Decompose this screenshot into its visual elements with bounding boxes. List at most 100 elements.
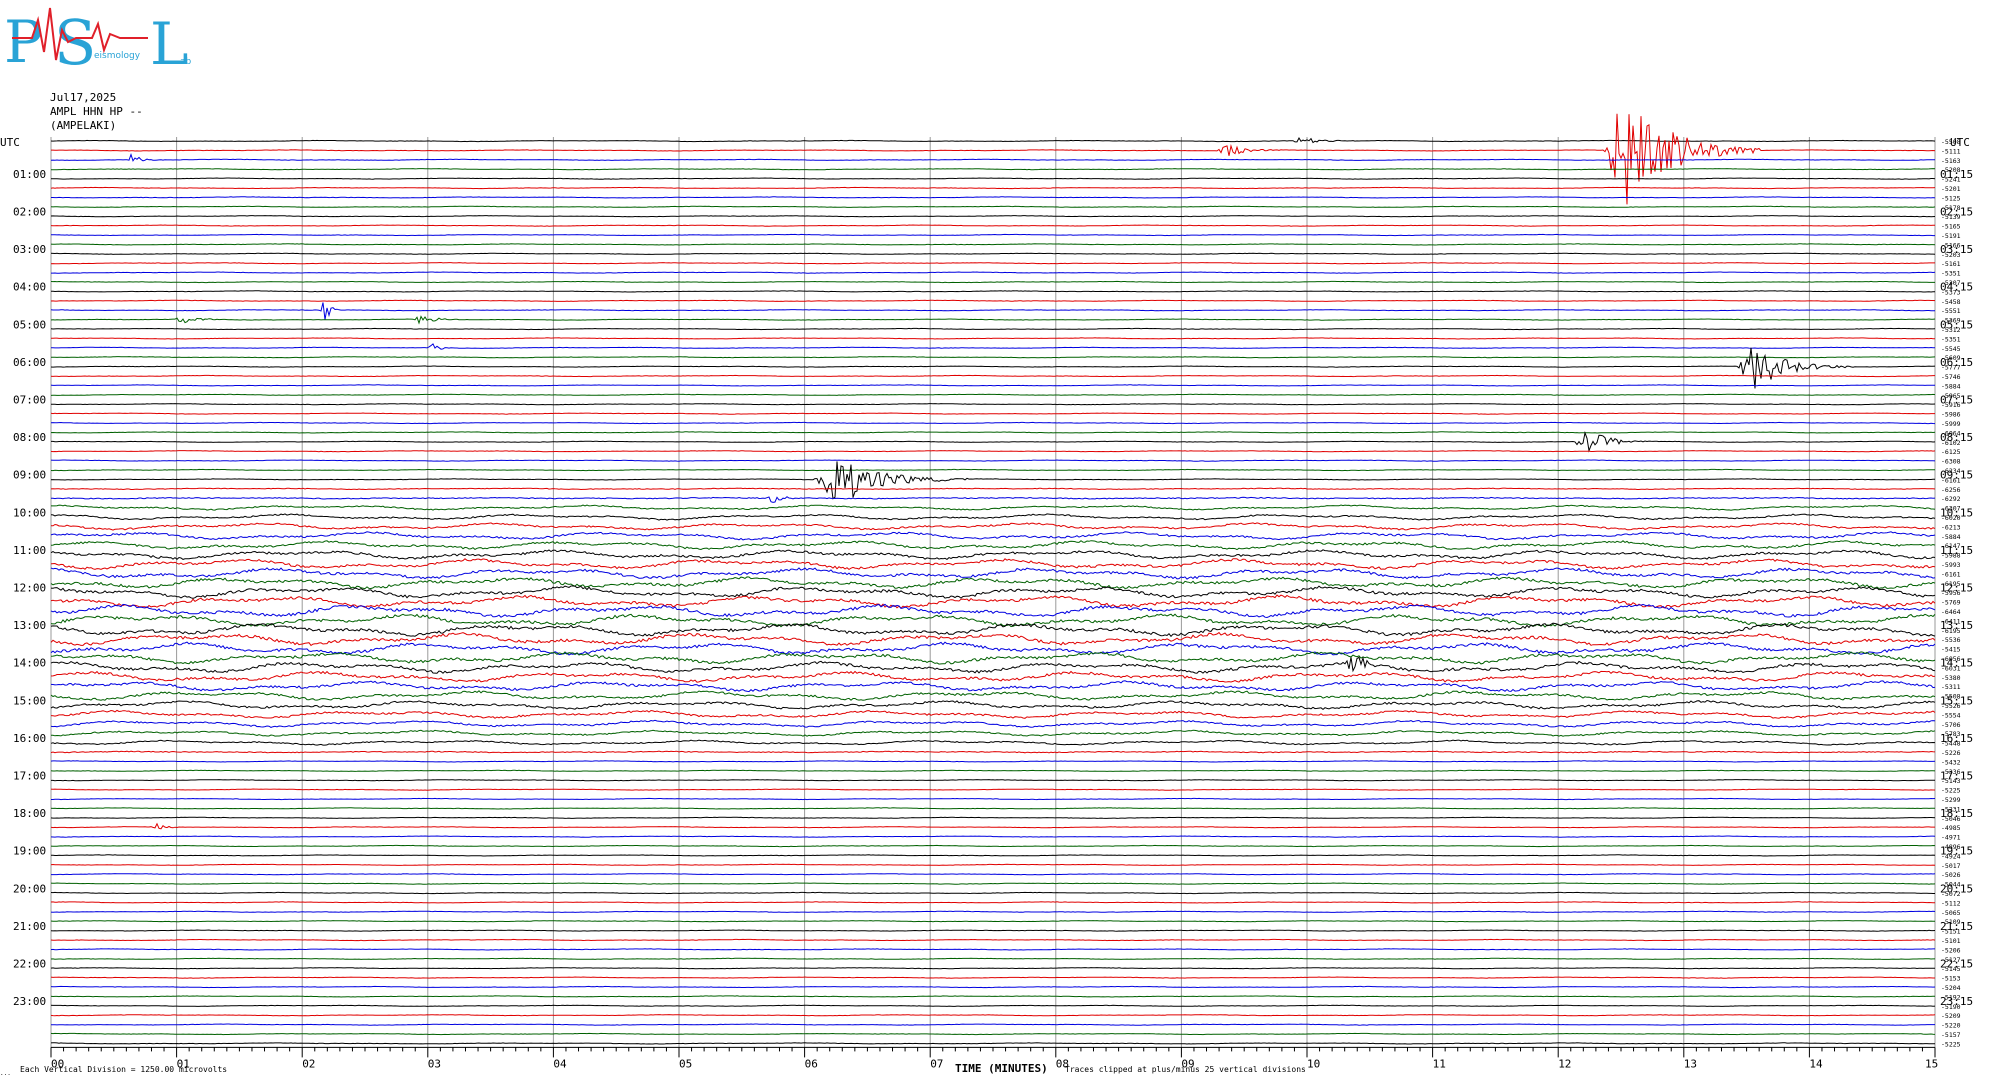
trace-offset-54: -5415	[1941, 646, 1961, 654]
trace-row-40	[50, 513, 1936, 521]
x-axis-title: TIME (MINUTES)	[955, 1062, 1048, 1075]
trace-row-82	[50, 910, 1936, 913]
trace-row-9	[50, 224, 1935, 227]
trace-offset-42: -5884	[1941, 533, 1961, 541]
trace-offset-41: -6213	[1941, 523, 1961, 531]
trace-offset-24: -5777	[1941, 364, 1961, 372]
left-hour-label-03:00: 03:00	[13, 243, 46, 256]
x-tick-label-12: 12	[1558, 1057, 1571, 1070]
x-tick-label-06: 06	[805, 1057, 818, 1070]
trace-row-43	[50, 540, 1936, 551]
trace-offset-72: -5046	[1941, 815, 1961, 823]
trace-row-52	[50, 622, 1936, 638]
trace-offset-3: -5208	[1941, 166, 1961, 174]
trace-offset-8: -5139	[1941, 213, 1961, 221]
trace-offset-63: -5783	[1941, 730, 1961, 738]
trace-offset-69: -5225	[1941, 787, 1961, 795]
trace-row-64	[50, 739, 1936, 746]
trace-row-33	[50, 450, 1936, 453]
trace-offset-labels: -5508-5111-5163-5208-5241-5201-5125-5178…	[1941, 138, 1961, 1048]
trace-row-22	[50, 343, 1936, 350]
trace-offset-16: -5373	[1941, 288, 1961, 296]
trace-row-8	[50, 215, 1936, 218]
trace-offset-96: -5225	[1941, 1040, 1961, 1048]
left-hour-label-20:00: 20:00	[13, 882, 46, 895]
trace-offset-12: -5203	[1941, 251, 1961, 259]
trace-offset-73: -4985	[1941, 824, 1961, 832]
left-hour-label-19:00: 19:00	[13, 845, 46, 858]
trace-row-63	[51, 729, 1936, 737]
x-tick-label-10: 10	[1307, 1057, 1320, 1070]
trace-row-19	[50, 315, 1936, 325]
trace-row-32	[51, 431, 1936, 453]
trace-row-71	[50, 807, 1935, 810]
trace-row-95	[50, 1032, 1936, 1036]
x-tick-label-03: 03	[428, 1057, 441, 1070]
x-tick-label-14: 14	[1809, 1057, 1823, 1070]
trace-offset-58: -5311	[1941, 683, 1961, 691]
x-tick-label-04: 04	[553, 1057, 567, 1070]
trace-offset-19: -5369	[1941, 317, 1961, 325]
left-hour-label-17:00: 17:00	[13, 770, 46, 783]
trace-offset-7: -5178	[1941, 204, 1961, 212]
x-tick-label-02: 02	[302, 1057, 315, 1070]
trace-row-92	[50, 1004, 1936, 1007]
trace-row-78	[51, 873, 1936, 876]
trace-offset-88: -5145	[1941, 965, 1961, 973]
left-hour-label-09:00: 09:00	[13, 469, 46, 482]
trace-offset-43: -6147	[1941, 542, 1961, 550]
trace-row-31	[50, 431, 1936, 434]
trace-row-55	[50, 651, 1936, 665]
trace-offset-61: -5554	[1941, 711, 1961, 719]
left-hour-label-01:00: 01:00	[13, 168, 46, 181]
trace-row-74	[50, 835, 1936, 838]
left-hour-label-08:00: 08:00	[13, 431, 46, 444]
trace-row-57	[50, 670, 1936, 683]
trace-offset-76: -4924	[1941, 852, 1961, 860]
left-hour-label-21:00: 21:00	[13, 920, 46, 933]
left-hour-label-07:00: 07:00	[13, 394, 46, 407]
trace-offset-5: -5201	[1941, 185, 1961, 193]
trace-offset-39: -6307	[1941, 505, 1961, 513]
trace-row-53	[50, 631, 1936, 647]
trace-row-16	[50, 290, 1935, 293]
trace-offset-28: -5916	[1941, 401, 1961, 409]
trace-row-94	[51, 1023, 1935, 1026]
trace-offset-13: -5161	[1941, 260, 1961, 268]
trace-offset-30: -5999	[1941, 420, 1961, 428]
trace-offset-91: -5192	[1941, 993, 1961, 1001]
trace-offset-79: -5044	[1941, 881, 1961, 889]
trace-offset-95: -5157	[1941, 1031, 1961, 1039]
trace-row-14	[51, 271, 1936, 274]
trace-row-34	[50, 459, 1936, 462]
trace-offset-27: -5965	[1941, 392, 1961, 400]
trace-row-2	[50, 153, 1936, 162]
trace-offset-65: -5226	[1941, 749, 1961, 757]
right-utc-title: UTC	[1950, 136, 1970, 149]
trace-offset-62: -5706	[1941, 721, 1961, 729]
trace-offset-29: -5986	[1941, 411, 1961, 419]
left-hour-label-14:00: 14:00	[13, 657, 46, 670]
x-tick-label-15: 15	[1925, 1057, 1938, 1070]
trace-offset-47: -6195	[1941, 580, 1961, 588]
left-hour-label-06:00: 06:00	[13, 356, 46, 369]
trace-row-67	[50, 769, 1936, 772]
trace-offset-59: -5508	[1941, 693, 1961, 701]
trace-row-10	[51, 233, 1935, 237]
trace-row-5	[50, 186, 1936, 190]
trace-row-35	[50, 468, 1935, 472]
trace-offset-83: -5109	[1941, 918, 1961, 926]
trace-offset-45: -5993	[1941, 561, 1961, 569]
trace-offset-74: -4971	[1941, 834, 1961, 842]
trace-row-48	[50, 585, 1936, 599]
trace-row-51	[50, 613, 1936, 628]
trace-offset-64: -5448	[1941, 740, 1961, 748]
trace-row-47	[50, 576, 1936, 590]
trace-row-61	[50, 709, 1936, 719]
left-hour-label-16:00: 16:00	[13, 732, 46, 745]
trace-row-44	[50, 549, 1936, 561]
trace-offset-11: -5166	[1941, 241, 1961, 249]
trace-row-87	[50, 957, 1935, 960]
trace-row-69	[50, 788, 1935, 791]
trace-row-13	[50, 261, 1935, 265]
